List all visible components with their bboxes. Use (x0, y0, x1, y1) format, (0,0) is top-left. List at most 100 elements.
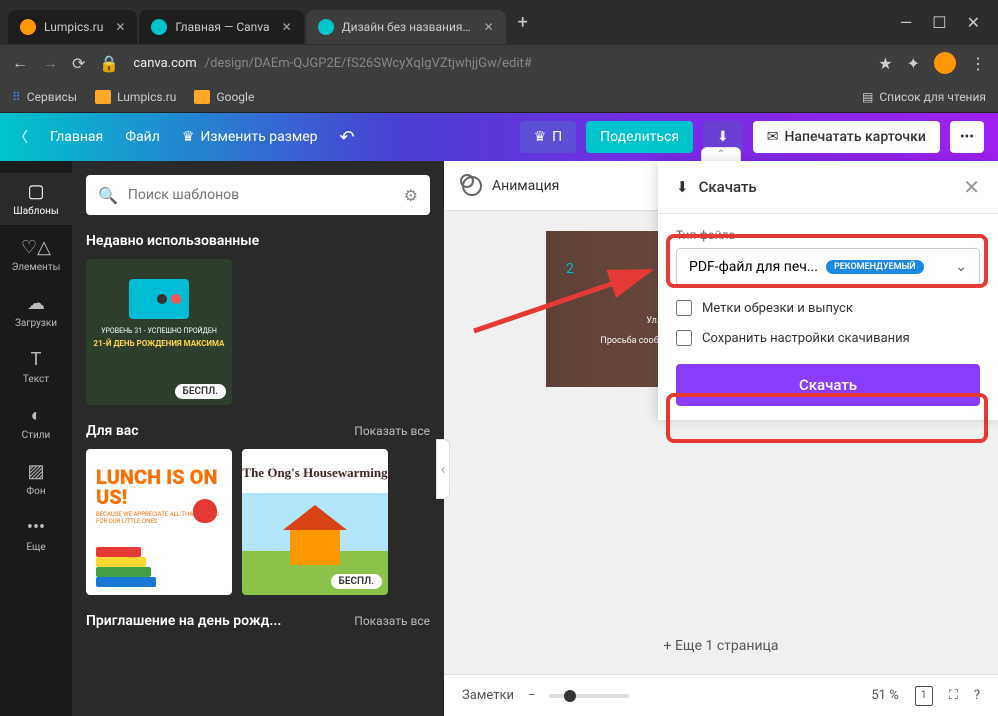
site-icon (151, 19, 167, 35)
minimize-icon[interactable]: — (900, 13, 913, 32)
zoom-out-icon[interactable]: − (528, 688, 535, 703)
fullscreen-icon[interactable]: ⛶ (949, 688, 958, 703)
uploads-icon: ☁ (27, 293, 45, 314)
house-icon (290, 530, 340, 565)
animation-button[interactable]: Анимация (492, 178, 559, 194)
recommended-badge: РЕКОМЕНДУЕМЫЙ (826, 260, 924, 274)
templates-panel: 🔍 ⚙ Недавно использованные УРОВЕНЬ 31 - … (72, 161, 444, 716)
download-submit-button[interactable]: Скачать (676, 364, 980, 406)
show-all-link[interactable]: Показать все (354, 614, 430, 628)
apple-icon (193, 499, 217, 523)
close-icon[interactable]: ✕ (963, 175, 980, 199)
page-indicator[interactable]: 1 (915, 686, 933, 706)
close-icon[interactable]: ✕ (282, 20, 292, 34)
notes-button[interactable]: Заметки (462, 688, 514, 703)
bookmark-google[interactable]: Google (194, 90, 254, 104)
star-icon[interactable]: ★ (878, 54, 892, 73)
tool-sidebar: ▢Шаблоны ♡△Элементы ☁Загрузки TТекст ◐Ст… (0, 161, 72, 716)
back-icon[interactable]: ← (12, 53, 28, 73)
canvas-area: Анимация ‹ 2 Максима 6 января 2020 г. 17… (444, 161, 998, 716)
browser-address-bar: ← → ⟳ 🔒 canva.com/design/DAEm-QJGP2E/fS2… (0, 45, 998, 81)
nav-resize[interactable]: ♛ Изменить размер (182, 129, 318, 145)
sidebar-uploads[interactable]: ☁Загрузки (0, 285, 72, 337)
share-button[interactable]: Поделиться (586, 121, 693, 153)
close-icon[interactable]: ✕ (484, 20, 494, 34)
nav-file[interactable]: Файл (125, 129, 160, 145)
templates-icon: ▢ (27, 181, 44, 202)
crop-marks-checkbox[interactable]: Метки обрезки и выпуск (676, 300, 980, 316)
sidebar-templates[interactable]: ▢Шаблоны (0, 173, 72, 225)
roof-icon (283, 505, 347, 530)
zoom-slider[interactable] (549, 694, 629, 698)
filter-icon[interactable]: ⚙ (404, 186, 418, 205)
url-input[interactable]: canva.com/design/DAEm-QJGP2E/fS26SWcyXqI… (133, 56, 864, 71)
back-icon[interactable]: 〈 (14, 127, 28, 147)
search-box[interactable]: 🔍 ⚙ (86, 175, 430, 215)
folder-icon (194, 90, 210, 104)
maximize-icon[interactable]: ☐ (932, 13, 946, 32)
close-icon[interactable]: ✕ (115, 20, 125, 34)
more-button[interactable]: ••• (950, 121, 984, 153)
browser-tab[interactable]: Главная — Canva ✕ (139, 10, 303, 44)
expand-handle[interactable]: ⌃ (701, 147, 741, 161)
avatar[interactable] (934, 52, 956, 74)
free-badge: БЕСПЛ. (175, 384, 226, 399)
text-icon: T (31, 349, 42, 370)
menu-icon[interactable]: ⋮ (970, 54, 986, 73)
download-icon: ⬇ (717, 129, 729, 145)
forward-icon[interactable]: → (42, 53, 58, 73)
browser-tabs-bar: Lumpics.ru ✕ Главная — Canva ✕ Дизайн бе… (0, 0, 998, 45)
add-page-button[interactable]: + Еще 1 страница (444, 618, 998, 674)
sidebar-styles[interactable]: ◐Стили (0, 397, 72, 449)
zoom-level[interactable]: 51 % (871, 688, 898, 703)
styles-icon: ◐ (31, 405, 42, 426)
section-recent: Недавно использованные (86, 233, 430, 249)
browser-tab[interactable]: Lumpics.ru ✕ (8, 10, 137, 44)
template-item[interactable]: УРОВЕНЬ 31 - УСПЕШНО ПРОЙДЕН 21-Й ДЕНЬ Р… (86, 259, 232, 405)
print-button[interactable]: ✉ Напечатать карточки (753, 121, 940, 153)
panel-collapse-button[interactable]: ‹ (436, 439, 450, 499)
folder-icon (95, 90, 111, 104)
download-icon: ⬇ (676, 178, 689, 196)
file-type-label: Тип файла (676, 228, 980, 242)
premium-button[interactable]: ♛ П (520, 121, 577, 153)
sidebar-background[interactable]: ▨Фон (0, 453, 72, 505)
reading-list[interactable]: ▤Список для чтения (862, 90, 986, 104)
free-badge: БЕСПЛ. (331, 574, 382, 589)
show-all-link[interactable]: Показать все (354, 424, 430, 438)
sidebar-text[interactable]: TТекст (0, 341, 72, 393)
background-icon: ▨ (27, 461, 44, 482)
bookmark-services[interactable]: ⠿Сервисы (12, 90, 77, 104)
chevron-down-icon: ⌄ (955, 259, 967, 275)
list-icon: ▤ (862, 90, 873, 104)
template-item[interactable]: The Ong's Housewarming БЕСПЛ. (242, 449, 388, 595)
template-item[interactable]: LUNCH IS ON US! BECAUSE WE APPRECIATE AL… (86, 449, 232, 595)
sidebar-elements[interactable]: ♡△Элементы (0, 229, 72, 281)
canva-header: 〈 Главная Файл ♛ Изменить размер ↶ ♛ П П… (0, 113, 998, 161)
undo-icon[interactable]: ↶ (340, 127, 355, 148)
bookmark-lumpics[interactable]: Lumpics.ru (95, 90, 176, 104)
sidebar-more[interactable]: •••Еще (0, 509, 72, 561)
save-settings-checkbox[interactable]: Сохранить настройки скачивания (676, 330, 980, 346)
elements-icon: ♡△ (21, 237, 51, 258)
search-input[interactable] (128, 187, 394, 203)
section-invitation: Приглашение на день рожд...Показать все (86, 613, 430, 629)
new-tab-button[interactable]: + (508, 12, 538, 33)
search-icon: 🔍 (98, 186, 118, 205)
bookmarks-bar: ⠿Сервисы Lumpics.ru Google ▤Список для ч… (0, 81, 998, 113)
bottom-bar: ⌃ Заметки − 51 % 1 ⛶ ? (444, 674, 998, 716)
reload-icon[interactable]: ⟳ (72, 54, 85, 73)
browser-tab-active[interactable]: Дизайн без названия — Пригл ✕ (306, 10, 506, 44)
nav-home[interactable]: Главная (50, 129, 103, 145)
section-for-you: Для васПоказать все (86, 423, 430, 439)
animation-icon (462, 176, 482, 196)
lock-icon[interactable]: 🔒 (99, 54, 119, 73)
extension-icon[interactable]: ✦ (907, 54, 920, 73)
close-icon[interactable]: ✕ (967, 13, 980, 32)
help-icon[interactable]: ? (974, 688, 980, 703)
site-icon (20, 19, 36, 35)
panel-title: Скачать (699, 178, 757, 196)
file-type-select[interactable]: PDF-файл для печ... РЕКОМЕНДУЕМЫЙ ⌄ (676, 248, 980, 286)
more-icon: ••• (27, 517, 45, 538)
site-icon (318, 19, 334, 35)
